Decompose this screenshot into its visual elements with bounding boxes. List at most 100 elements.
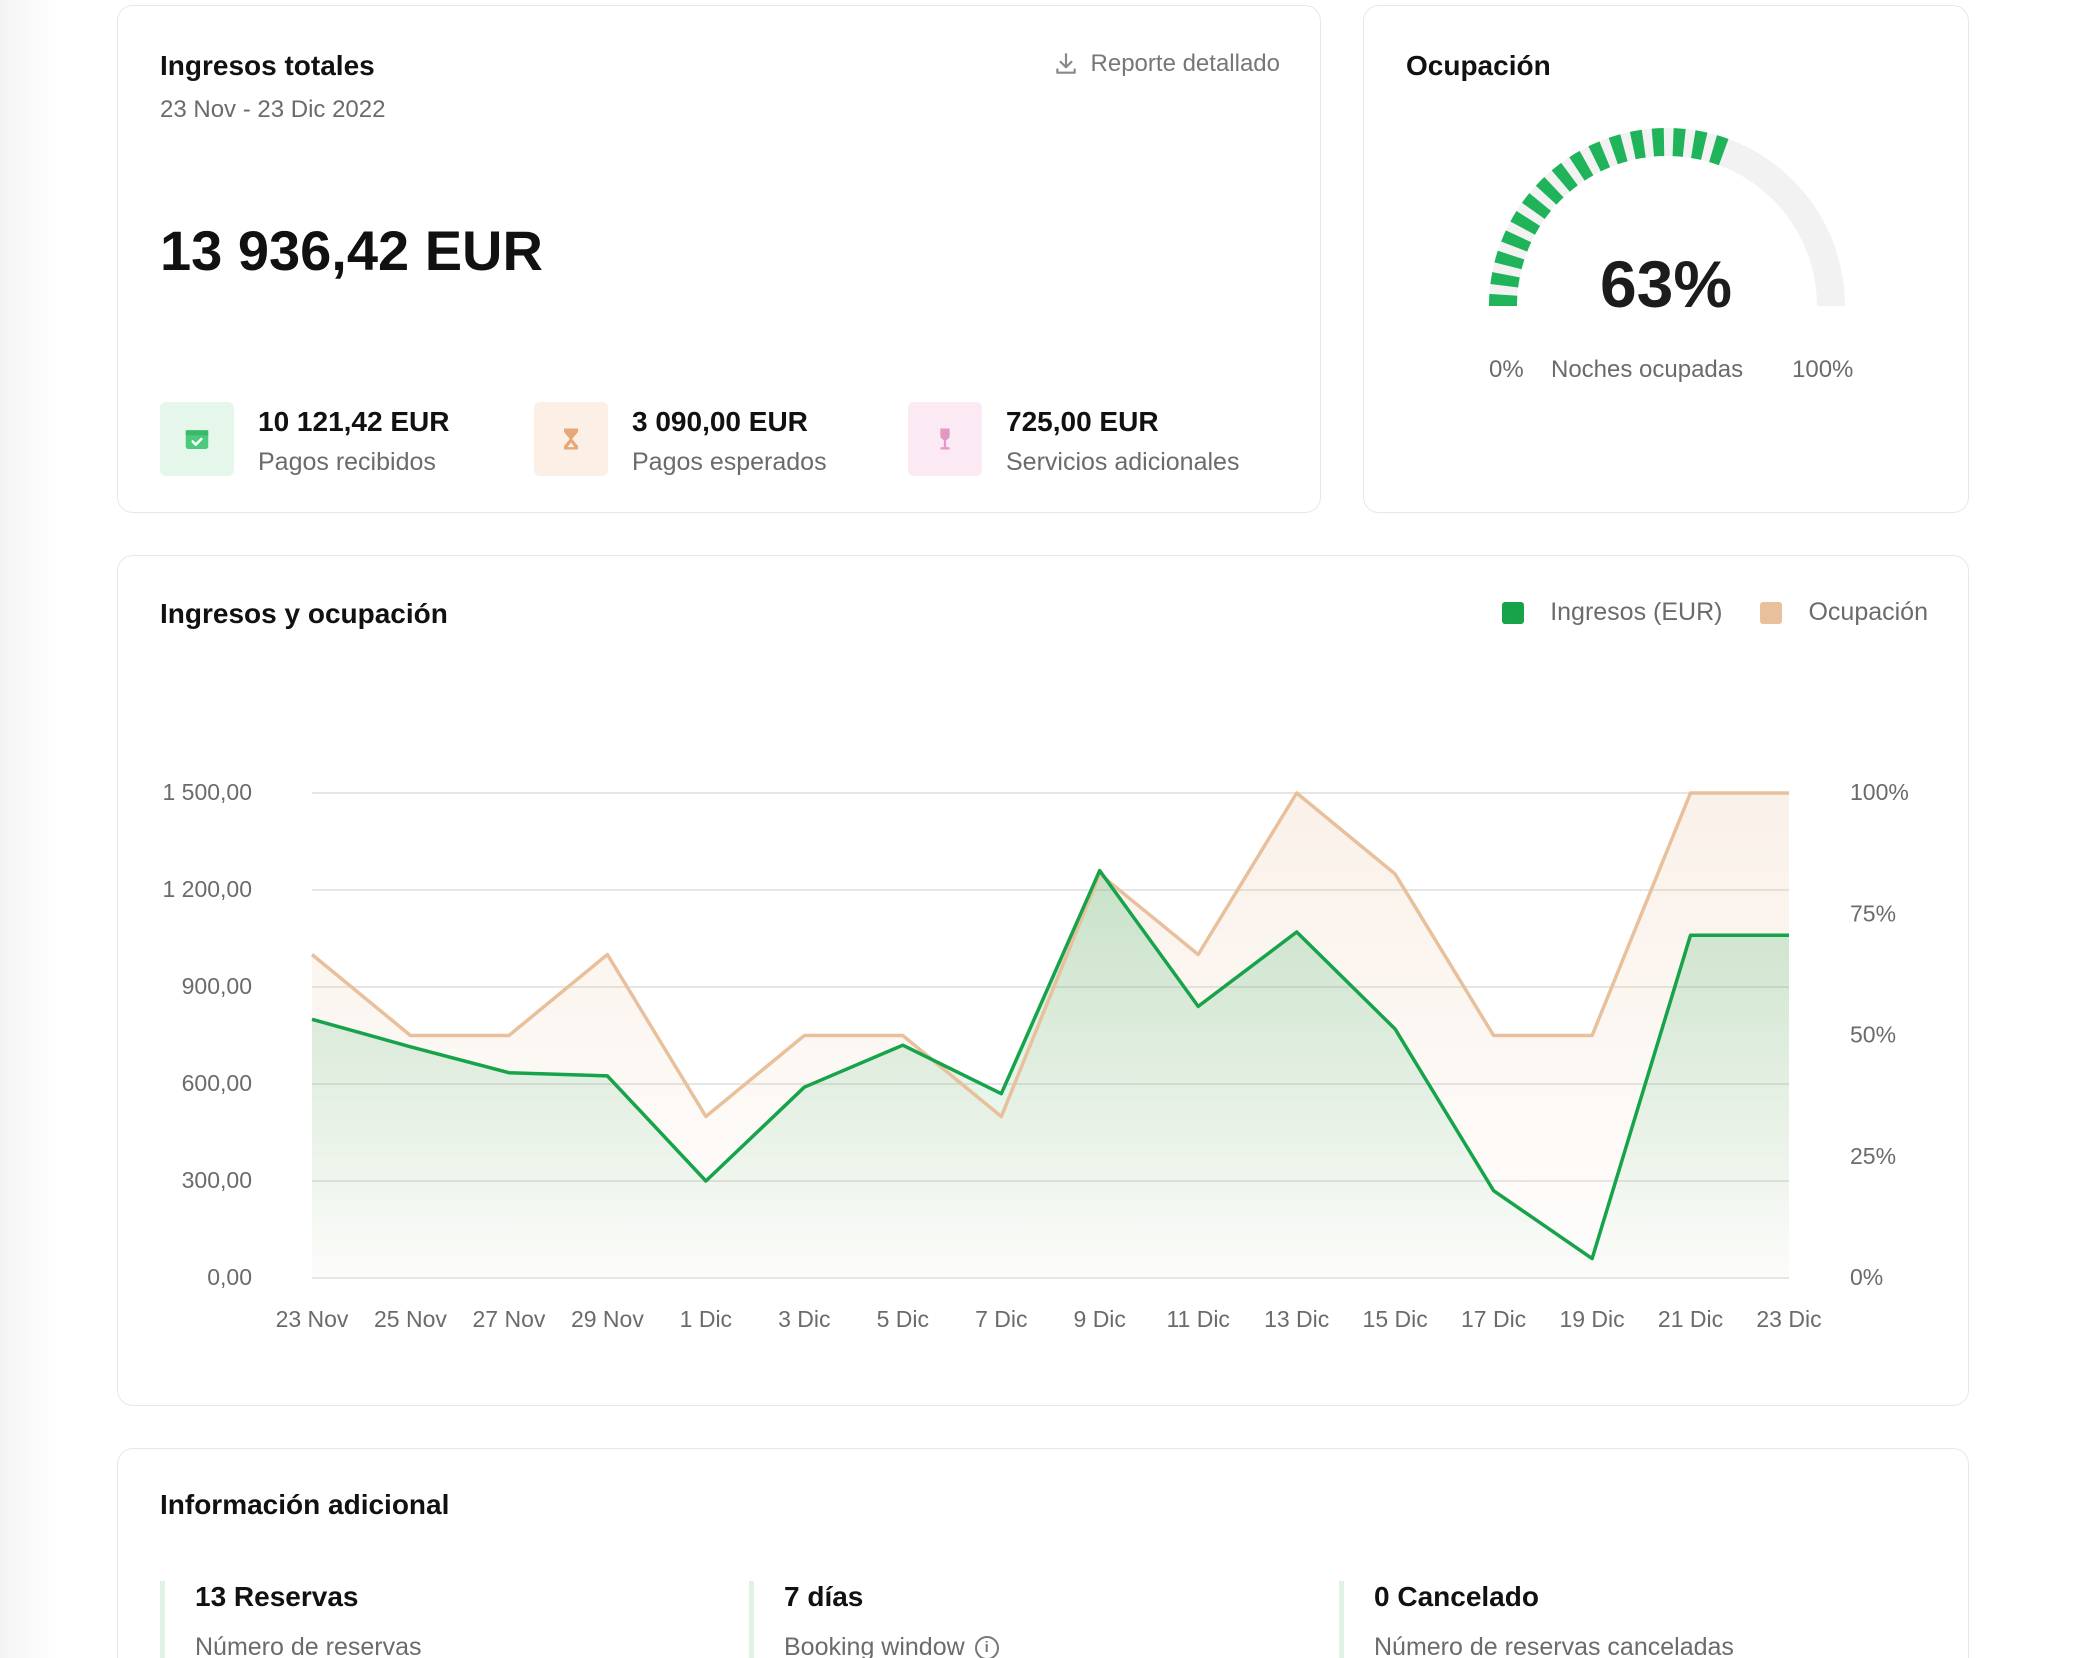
kpi-label: Pagos recibidos <box>258 448 436 476</box>
occupancy-point <box>1393 872 1397 876</box>
revenue-point <box>1295 930 1299 934</box>
kpi-icon-box <box>534 402 608 476</box>
revenue-card: Ingresos totales 23 Nov - 23 Dic 2022 Re… <box>117 5 1321 513</box>
y-left-tick-label: 300,00 <box>182 1167 252 1193</box>
download-icon <box>1055 53 1076 74</box>
revenue-point <box>1590 1257 1594 1261</box>
detailed-report-link[interactable]: Reporte detallado <box>1053 50 1280 78</box>
info-label: Booking window i <box>784 1633 999 1658</box>
revenue-point <box>605 1074 609 1078</box>
x-tick-label: 29 Nov <box>571 1306 644 1332</box>
occupancy-point <box>408 1034 412 1038</box>
gauge-segment <box>1629 129 1646 160</box>
revenue-point <box>507 1071 511 1075</box>
revenue-point <box>999 1092 1003 1096</box>
info-label-text: Número de reservas <box>195 1633 422 1658</box>
info-item-bookings: 13 Reservas Número de reservas <box>160 1581 421 1658</box>
x-tick-label: 7 Dic <box>975 1306 1027 1332</box>
info-label-text: Booking window <box>784 1633 965 1658</box>
y-left-tick-label: 900,00 <box>182 973 252 999</box>
x-tick-label: 19 Dic <box>1559 1306 1624 1332</box>
info-icon[interactable]: i <box>974 1635 999 1658</box>
gauge-segment <box>1608 134 1628 165</box>
info-item-cancelled: 0 Cancelado Número de reservas cancelada… <box>1339 1581 1734 1658</box>
revenue-point <box>310 1017 314 1021</box>
y-right-tick-label: 25% <box>1850 1143 1896 1169</box>
revenue-point <box>802 1085 806 1089</box>
x-tick-label: 17 Dic <box>1461 1306 1526 1332</box>
page-left-shade <box>0 0 60 1658</box>
occupancy-point <box>1689 791 1693 795</box>
gauge-segment <box>1690 130 1708 160</box>
revenue-point <box>704 1179 708 1183</box>
revenue-point <box>1689 933 1693 937</box>
wine-glass-icon <box>940 428 950 450</box>
info-label-text: Número de reservas canceladas <box>1374 1633 1734 1658</box>
gauge-max-label: 100% <box>1792 356 1854 383</box>
gauge-segment <box>1501 230 1532 252</box>
x-tick-label: 21 Dic <box>1658 1306 1723 1332</box>
kpi-additional-services: 725,00 EUR Servicios adicionales <box>908 398 1288 478</box>
revenue-point <box>1492 1189 1496 1193</box>
kpi-icon-box <box>160 402 234 476</box>
occupancy-value: 63% <box>1599 247 1733 321</box>
info-value: 13 Reservas <box>195 1581 359 1612</box>
x-tick-label: 5 Dic <box>877 1306 929 1332</box>
y-left-tick-label: 0,00 <box>207 1264 252 1290</box>
info-value: 7 días <box>784 1581 864 1612</box>
gauge-caption: Noches ocupadas <box>1551 356 1744 383</box>
kpi-value: 725,00 EUR <box>1006 406 1159 437</box>
x-tick-label: 3 Dic <box>778 1306 830 1332</box>
occupancy-point <box>605 953 609 957</box>
x-tick-label: 23 Nov <box>276 1306 349 1332</box>
info-value: 0 Cancelado <box>1374 1581 1539 1612</box>
revenue-point <box>408 1045 412 1049</box>
info-label: Número de reservas <box>195 1633 421 1658</box>
revenue-period: 23 Nov - 23 Dic 2022 <box>160 96 386 123</box>
occupancy-point <box>802 1034 806 1038</box>
y-left-tick-label: 1 200,00 <box>162 876 252 902</box>
occupancy-point <box>999 1114 1003 1118</box>
x-tick-label: 9 Dic <box>1074 1306 1126 1332</box>
x-tick-label: 25 Nov <box>374 1306 447 1332</box>
kpi-value: 3 090,00 EUR <box>632 406 808 437</box>
x-tick-label: 15 Dic <box>1363 1306 1428 1332</box>
gauge-segment <box>1569 150 1594 181</box>
y-left-tick-label: 1 500,00 <box>162 779 252 805</box>
x-tick-label: 23 Dic <box>1756 1306 1821 1332</box>
additional-info-card: Información adicional 13 Reservas Número… <box>117 1448 1969 1658</box>
gauge-segment <box>1651 128 1665 157</box>
total-revenue-amount: 13 936,42 EUR <box>160 219 543 282</box>
y-right-tick-label: 100% <box>1850 779 1909 805</box>
x-tick-label: 1 Dic <box>680 1306 732 1332</box>
kpi-payments-expected: 3 090,00 EUR Pagos esperados <box>534 398 864 478</box>
info-item-booking-window: 7 días Booking window i <box>749 1581 999 1658</box>
y-right-tick-label: 75% <box>1850 900 1896 926</box>
occupancy-point <box>507 1034 511 1038</box>
x-tick-label: 27 Nov <box>472 1306 545 1332</box>
gauge-segment <box>1709 135 1729 166</box>
occupancy-point <box>704 1114 708 1118</box>
gauge-min-label: 0% <box>1489 356 1524 383</box>
gauge-segment <box>1672 128 1686 157</box>
hourglass-icon <box>564 428 578 450</box>
occupancy-point <box>1492 1034 1496 1038</box>
info-label: Número de reservas canceladas <box>1374 1633 1734 1658</box>
revenue-title: Ingresos totales <box>160 50 375 81</box>
info-title: Información adicional <box>160 1489 450 1520</box>
revenue-point <box>1098 869 1102 873</box>
gauge-segment <box>1521 193 1552 220</box>
occupancy-card: Ocupación 63% 0% Noches ocupadas 100% <box>1363 5 1969 513</box>
line-chart: 0,00 300,00 600,00 900,00 1 200,00 1 500,00 0%… <box>162 779 1909 1332</box>
revenue-point <box>901 1043 905 1047</box>
occupancy-point <box>1787 791 1791 795</box>
gauge-segment <box>1551 162 1578 192</box>
y-left-tick-label: 600,00 <box>182 1070 252 1096</box>
occupancy-point <box>1196 953 1200 957</box>
package-check-icon <box>185 430 209 449</box>
gauge-segment <box>1535 177 1564 205</box>
x-tick-label: 11 Dic <box>1166 1306 1230 1332</box>
kpi-payments-received: 10 121,42 EUR Pagos recibidos <box>160 398 490 478</box>
y-right-tick-label: 50% <box>1850 1022 1896 1048</box>
revenue-occupancy-chart-card: Ingresos y ocupación Ingresos (EUR) Ocup… <box>117 555 1969 1406</box>
